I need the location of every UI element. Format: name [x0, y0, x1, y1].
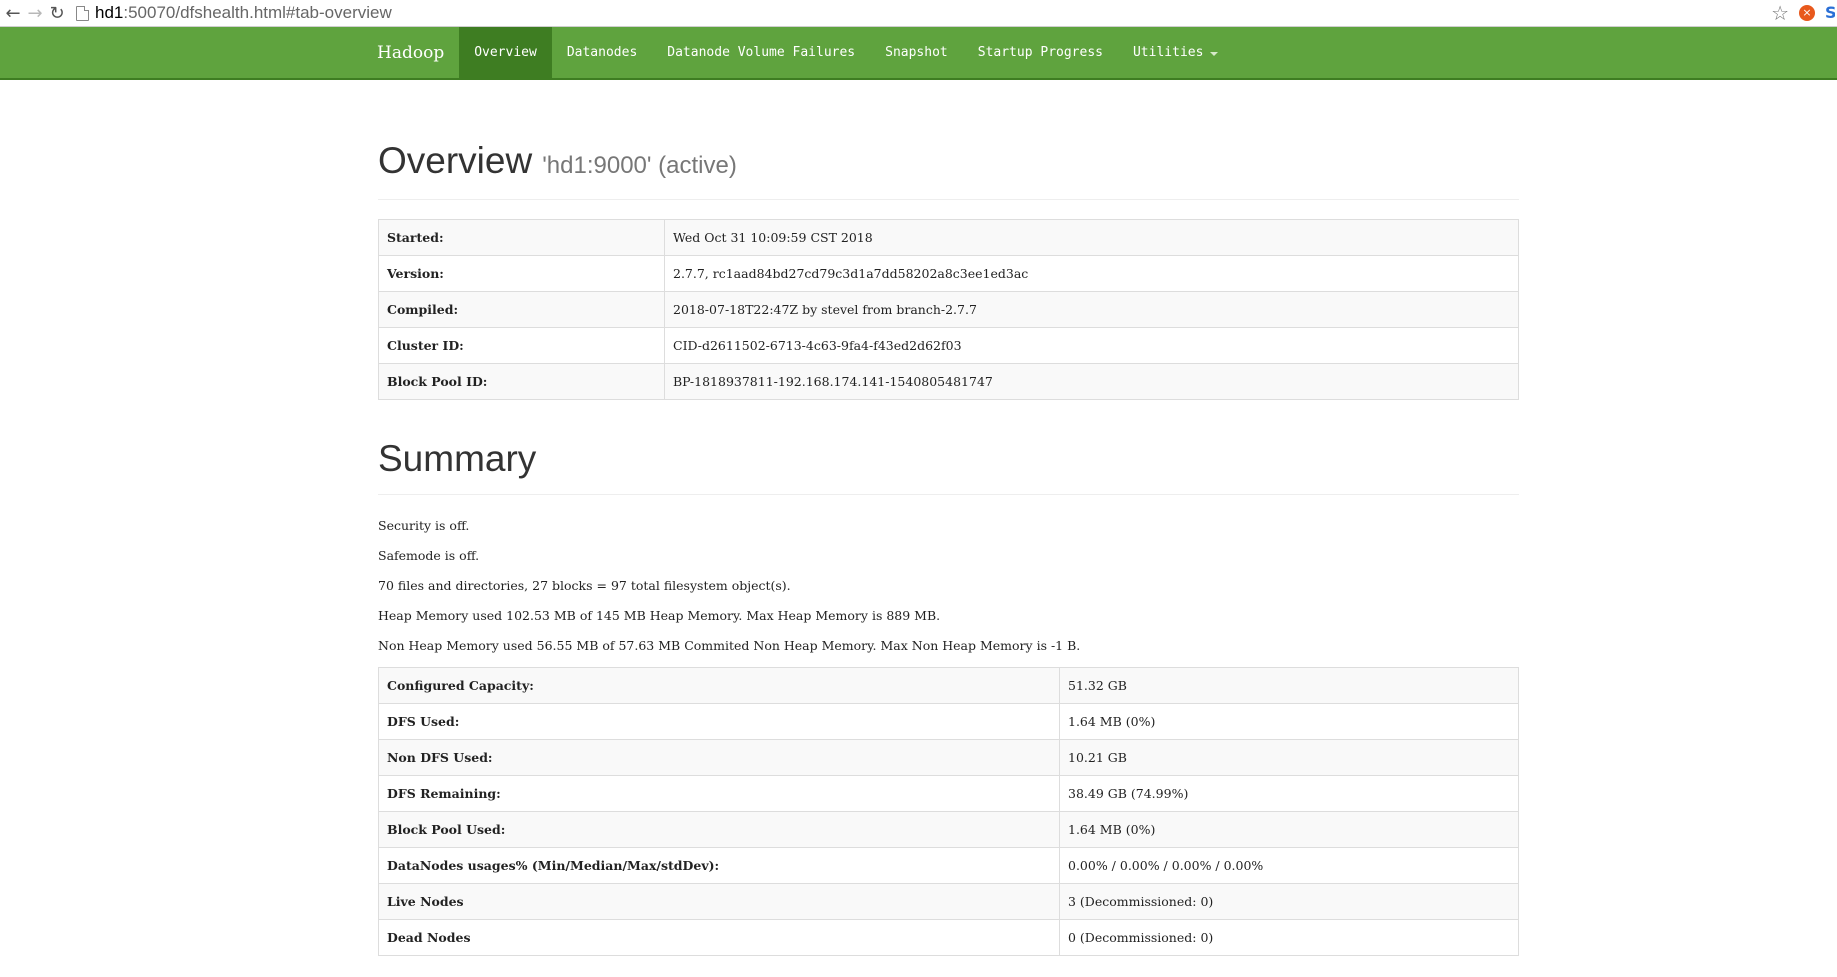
row-key: Cluster ID:: [378, 327, 665, 364]
overview-table: Started: Wed Oct 31 10:09:59 CST 2018 Ve…: [378, 219, 1519, 400]
row-key: Compiled:: [378, 291, 665, 328]
row-value: 51.32 GB: [1059, 667, 1519, 704]
nav-tab-utilities[interactable]: Utilities: [1118, 27, 1233, 78]
row-value: 2.7.7, rc1aad84bd27cd79c3d1a7dd58202a8c3…: [664, 255, 1519, 292]
bookmark-star-icon[interactable]: ☆: [1771, 1, 1789, 25]
table-row: Block Pool ID: BP-1818937811-192.168.174…: [378, 363, 1519, 400]
row-key: Configured Capacity:: [378, 667, 1060, 704]
nav-tab-startup-progress[interactable]: Startup Progress: [963, 27, 1118, 78]
table-row: Non DFS Used: 10.21 GB: [378, 739, 1519, 776]
nav-tab-snapshot[interactable]: Snapshot: [870, 27, 963, 78]
row-value: 38.49 GB (74.99%): [1059, 775, 1519, 812]
table-row: Block Pool Used: 1.64 MB (0%): [378, 811, 1519, 848]
extension-icon-2[interactable]: S: [1825, 4, 1835, 22]
row-key: DataNodes usages% (Min/Median/Max/stdDev…: [378, 847, 1060, 884]
table-row: Compiled: 2018-07-18T22:47Z by stevel fr…: [378, 291, 1519, 328]
row-value: 1.64 MB (0%): [1059, 703, 1519, 740]
table-row: Cluster ID: CID-d2611502-6713-4c63-9fa4-…: [378, 327, 1519, 364]
row-value: 2018-07-18T22:47Z by stevel from branch-…: [664, 291, 1519, 328]
row-value: 1.64 MB (0%): [1059, 811, 1519, 848]
row-value: 0 (Decommissioned: 0): [1059, 919, 1519, 956]
table-row: Version: 2.7.7, rc1aad84bd27cd79c3d1a7dd…: [378, 255, 1519, 292]
table-row: Dead Nodes 0 (Decommissioned: 0): [378, 919, 1519, 956]
row-value: 10.21 GB: [1059, 739, 1519, 776]
table-row: Started: Wed Oct 31 10:09:59 CST 2018: [378, 219, 1519, 256]
row-key: Version:: [378, 255, 665, 292]
page-subtitle: 'hd1:9000' (active): [542, 152, 737, 179]
row-value: CID-d2611502-6713-4c63-9fa4-f43ed2d62f03: [664, 327, 1519, 364]
summary-header: Summary: [378, 438, 1519, 495]
row-key: DFS Remaining:: [378, 775, 1060, 812]
row-value: 0.00% / 0.00% / 0.00% / 0.00%: [1059, 847, 1519, 884]
summary-lines: Security is off. Safemode is off. 70 fil…: [378, 511, 1519, 661]
row-value: Wed Oct 31 10:09:59 CST 2018: [664, 219, 1519, 256]
row-key: Block Pool Used:: [378, 811, 1060, 848]
nav-tab-label: Utilities: [1132, 45, 1204, 60]
page-title: Overview: [378, 140, 533, 181]
url-field[interactable]: hd1:50070/dfshealth.html#tab-overview: [76, 2, 1771, 24]
main-content: Overview 'hd1:9000' (active) Started: We…: [378, 80, 1519, 956]
caret-down-icon: [1210, 51, 1219, 56]
row-key: Block Pool ID:: [378, 363, 665, 400]
row-key: Non DFS Used:: [378, 739, 1060, 776]
extension-icon[interactable]: ×: [1799, 5, 1815, 21]
url-host: hd1: [95, 3, 124, 22]
reload-icon[interactable]: ↻: [46, 2, 68, 24]
row-key: DFS Used:: [378, 703, 1060, 740]
forward-arrow-icon[interactable]: →: [24, 2, 46, 24]
nav-tab-label: Datanode Volume Failures: [667, 45, 856, 60]
brand-logo[interactable]: Hadoop: [363, 27, 459, 78]
table-row: Live Nodes 3 (Decommissioned: 0): [378, 883, 1519, 920]
nav-tab-label: Datanodes: [566, 45, 638, 60]
nav-tab-label: Startup Progress: [977, 45, 1103, 60]
back-arrow-icon[interactable]: ←: [2, 2, 24, 24]
nav-tab-label: Snapshot: [885, 45, 948, 60]
summary-line: Safemode is off.: [378, 548, 480, 563]
url-text[interactable]: hd1:50070/dfshealth.html#tab-overview: [95, 3, 392, 23]
overview-header: Overview 'hd1:9000' (active): [378, 140, 1519, 200]
summary-table: Configured Capacity: 51.32 GB DFS Used: …: [378, 667, 1519, 956]
live-nodes-link[interactable]: Live Nodes: [378, 883, 1060, 920]
row-key: Started:: [378, 219, 665, 256]
table-row: DFS Remaining: 38.49 GB (74.99%): [378, 775, 1519, 812]
summary-line: Security is off.: [378, 518, 470, 533]
summary-line: Heap Memory used 102.53 MB of 145 MB Hea…: [378, 608, 941, 623]
summary-line: 70 files and directories, 27 blocks = 97…: [378, 578, 791, 593]
nav-tab-datanode-volume-failures[interactable]: Datanode Volume Failures: [652, 27, 870, 78]
dead-nodes-link[interactable]: Dead Nodes: [378, 919, 1060, 956]
nav-tab-datanodes[interactable]: Datanodes: [552, 27, 652, 78]
hadoop-navbar: Hadoop Overview Datanodes Datanode Volum…: [0, 27, 1837, 80]
nav-tab-overview[interactable]: Overview: [459, 27, 552, 78]
table-row: DFS Used: 1.64 MB (0%): [378, 703, 1519, 740]
table-row: Configured Capacity: 51.32 GB: [378, 667, 1519, 704]
row-value: BP-1818937811-192.168.174.141-1540805481…: [664, 363, 1519, 400]
summary-line: Non Heap Memory used 56.55 MB of 57.63 M…: [378, 638, 1081, 653]
browser-address-bar: ← → ↻ hd1:50070/dfshealth.html#tab-overv…: [0, 0, 1837, 27]
page-icon: [76, 5, 89, 21]
table-row: DataNodes usages% (Min/Median/Max/stdDev…: [378, 847, 1519, 884]
summary-title: Summary: [378, 438, 537, 479]
url-path: :50070/dfshealth.html#tab-overview: [123, 3, 392, 22]
row-value: 3 (Decommissioned: 0): [1059, 883, 1519, 920]
nav-tab-label: Overview: [474, 45, 537, 60]
